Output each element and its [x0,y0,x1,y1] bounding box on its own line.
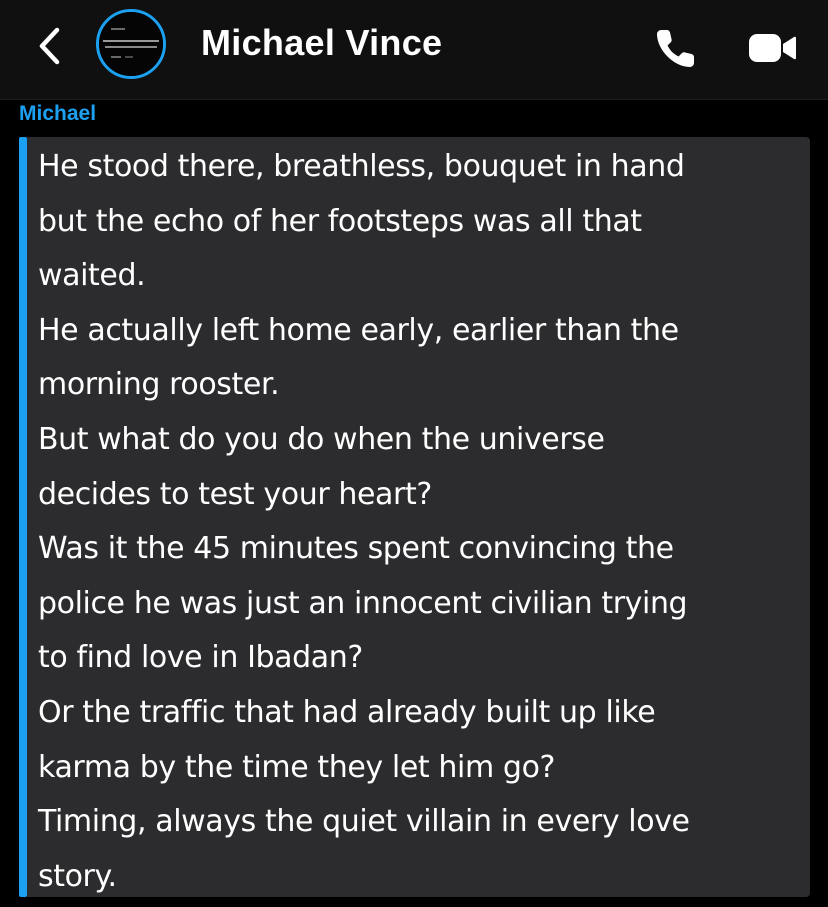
chevron-left-icon [39,27,60,65]
phone-icon [657,30,694,67]
message-line: to find love in Ibadan? [38,640,363,676]
video-camera-icon [749,34,796,62]
chat-message[interactable]: He stood there, breathless, bouquet in h… [19,137,810,897]
sender-name: Michael [19,102,97,125]
back-button[interactable] [30,24,70,68]
message-line: morning rooster. [38,367,280,403]
avatar[interactable] [96,9,166,79]
message-line: decides to test your heart? [38,476,432,512]
message-line: Timing, always the quiet villain in ever… [38,804,690,840]
video-call-button[interactable] [746,30,798,66]
call-button[interactable] [652,24,700,72]
message-line: Was it the 45 minutes spent convincing t… [38,531,674,567]
message-bubble: He stood there, breathless, bouquet in h… [27,137,810,897]
message-line: police he was just an innocent civilian … [38,585,688,621]
message-line: waited. [38,258,146,294]
sender-accent-bar [19,137,27,897]
avatar-image [99,12,163,76]
message-line: karma by the time they let him go? [38,749,556,785]
message-line: But what do you do when the universe [38,421,605,457]
message-line: story. [38,858,117,894]
message-line: He stood there, breathless, bouquet in h… [38,149,685,184]
message-line: Or the traffic that had already built up… [38,694,656,730]
contact-name[interactable]: Michael Vince [201,22,442,64]
message-line: but the echo of her footsteps was all th… [38,203,642,239]
message-line: He actually left home early, earlier tha… [38,312,679,348]
chat-header: Michael Vince [0,0,828,100]
